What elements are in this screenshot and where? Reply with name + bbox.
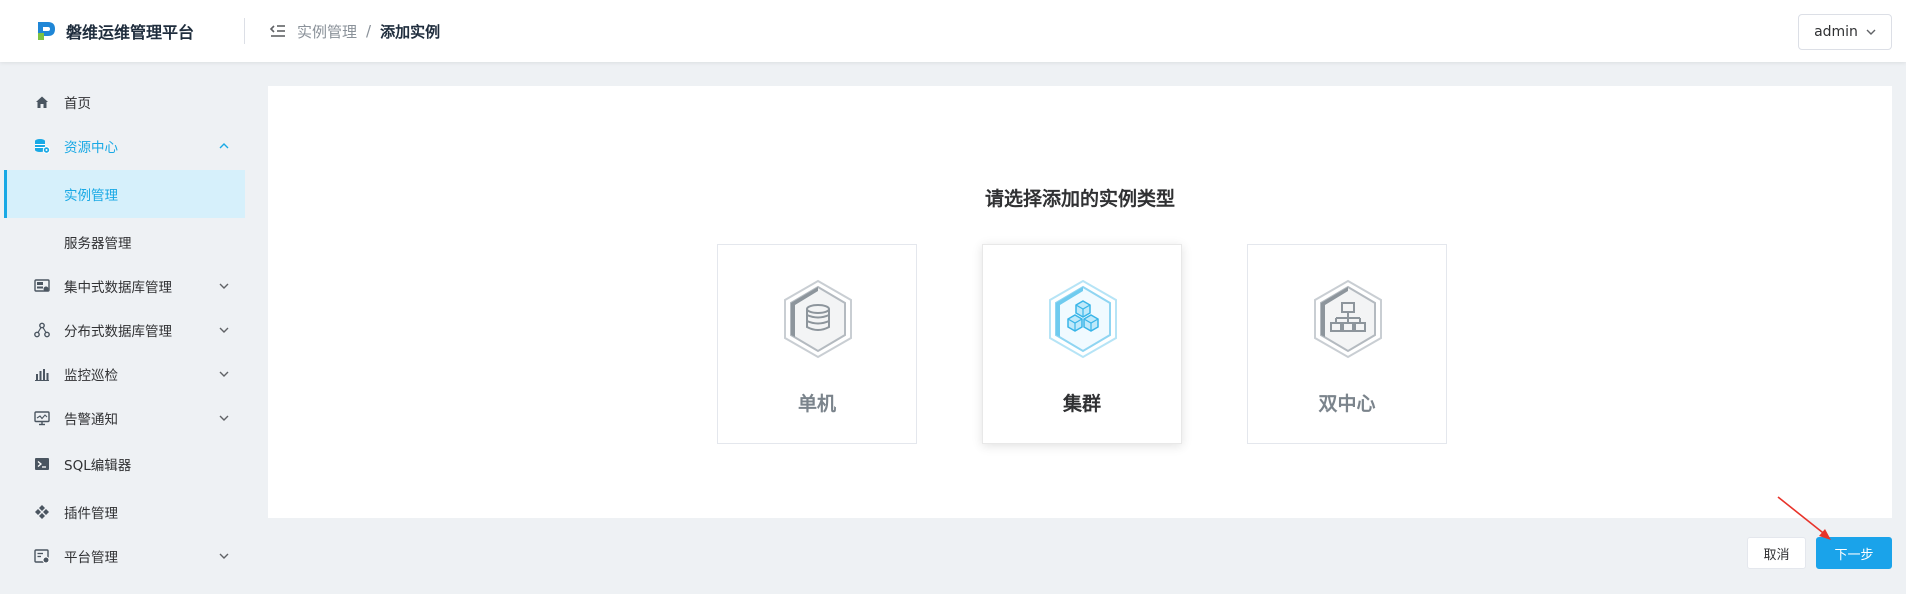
sidebar-item-platform-management[interactable]: 平台管理: [0, 534, 245, 578]
sidebar: 首页 资源中心 实例管理 服务器管理 集中式数据库管理 分布式数据库管理 监控巡…: [0, 62, 245, 594]
plugin-icon: [35, 505, 49, 519]
option-label: 集群: [1062, 393, 1101, 415]
database-icon: [784, 279, 852, 359]
sidebar-item-alerts[interactable]: 告警通知: [0, 396, 245, 440]
sidebar-item-home[interactable]: 首页: [0, 80, 245, 124]
home-icon: [36, 96, 48, 108]
logo-icon: [38, 22, 55, 40]
sidebar-item-label: SQL编辑器: [64, 458, 132, 474]
cubes-icon: [1049, 279, 1117, 359]
sidebar-item-label: 告警通知: [64, 412, 118, 428]
top-header: 磐维运维管理平台 实例管理 / 添加实例 admin: [0, 0, 1906, 62]
monitor-alert-icon: [34, 411, 50, 426]
sidebar-item-label: 平台管理: [64, 550, 118, 566]
option-label: 双中心: [1318, 393, 1376, 415]
chevron-down-icon: [219, 553, 229, 559]
chevron-down-icon: [219, 371, 229, 377]
sidebar-item-resource-center[interactable]: 资源中心: [0, 124, 245, 168]
sidebar-item-sql-editor[interactable]: SQL编辑器: [0, 442, 245, 486]
chevron-up-icon: [219, 143, 229, 149]
breadcrumb: 实例管理 / 添加实例: [297, 21, 440, 42]
chevron-down-icon: [1866, 29, 1876, 35]
sidebar-item-label: 实例管理: [64, 188, 118, 204]
app-title: 磐维运维管理平台: [66, 23, 195, 42]
sidebar-item-centralized-db[interactable]: 集中式数据库管理: [0, 264, 245, 308]
collapse-menu-icon[interactable]: [269, 22, 287, 40]
instance-type-panel: 请选择添加的实例类型 单机 集群 双中心: [268, 86, 1892, 518]
sidebar-item-plugins[interactable]: 插件管理: [0, 490, 245, 534]
sidebar-item-label: 监控巡检: [64, 368, 118, 384]
database-settings-icon: [35, 139, 50, 154]
option-standalone[interactable]: 单机: [717, 244, 917, 444]
hierarchy-icon: [1314, 279, 1382, 359]
bar-chart-icon: [35, 369, 49, 381]
centralized-db-icon: [34, 279, 50, 292]
option-label: 单机: [797, 393, 836, 415]
breadcrumb-instance-management[interactable]: 实例管理: [297, 21, 357, 42]
sidebar-item-distributed-db[interactable]: 分布式数据库管理: [0, 308, 245, 352]
option-cluster[interactable]: 集群: [982, 244, 1182, 444]
sidebar-item-label: 分布式数据库管理: [64, 324, 172, 340]
chevron-down-icon: [219, 415, 229, 421]
app-logo[interactable]: 磐维运维管理平台: [34, 19, 244, 43]
next-step-button[interactable]: 下一步: [1816, 537, 1892, 569]
chevron-down-icon: [219, 327, 229, 333]
sidebar-item-label: 插件管理: [64, 506, 118, 522]
sidebar-item-instance-management[interactable]: 实例管理: [4, 170, 245, 218]
option-dual-center[interactable]: 双中心: [1247, 244, 1447, 444]
breadcrumb-add-instance: 添加实例: [380, 22, 441, 41]
sidebar-item-label: 服务器管理: [64, 236, 132, 252]
distributed-db-icon: [34, 322, 50, 338]
breadcrumb-separator: /: [366, 22, 372, 40]
page-title: 请选择添加的实例类型: [984, 188, 1175, 210]
sidebar-item-server-management[interactable]: 服务器管理: [4, 218, 245, 266]
sidebar-item-label: 资源中心: [64, 140, 118, 156]
terminal-icon: [35, 458, 49, 470]
cancel-button[interactable]: 取消: [1747, 537, 1806, 569]
sidebar-item-label: 集中式数据库管理: [64, 280, 172, 296]
header-divider: [244, 18, 245, 44]
chevron-down-icon: [219, 283, 229, 289]
sidebar-item-monitoring[interactable]: 监控巡检: [0, 352, 245, 396]
user-menu-button[interactable]: admin: [1798, 14, 1892, 50]
username: admin: [1814, 24, 1858, 40]
sidebar-item-label: 首页: [64, 96, 91, 112]
platform-settings-icon: [34, 549, 50, 564]
